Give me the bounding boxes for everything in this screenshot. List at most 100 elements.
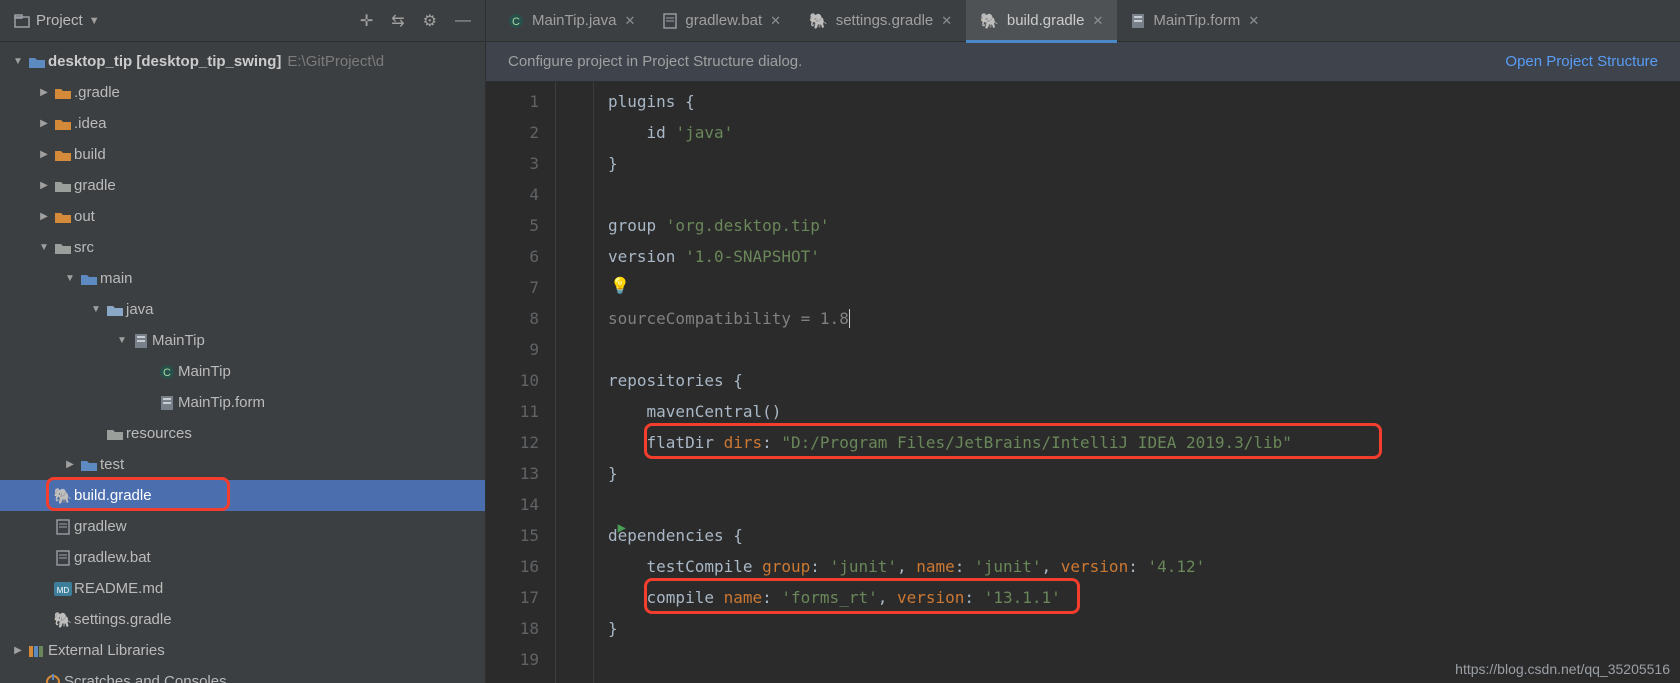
source-code[interactable]: plugins { id 'java'} group 'org.desktop.… [594,82,1680,683]
tree-item-settings-gradle[interactable]: 🐘 settings.gradle [0,604,485,635]
file-icon [52,550,74,566]
code-line[interactable]: testCompile group: 'junit', name: 'junit… [608,551,1680,582]
watermark: https://blog.csdn.net/qq_35205516 [1455,661,1670,677]
code-line[interactable]: repositories { [608,365,1680,396]
tab-label: MainTip.java [532,12,616,29]
tree-item-MainTip-form[interactable]: MainTip.form [0,387,485,418]
tab-label: MainTip.form [1153,12,1240,29]
line-number: 15 [486,520,539,551]
tab-label: settings.gradle [836,12,934,29]
folder-icon [104,303,126,317]
tab-label: gradlew.bat [685,12,762,29]
tree-item-gradle[interactable]: ▶ gradle [0,170,485,201]
code-line[interactable] [608,179,1680,210]
line-number: 19 [486,644,539,675]
code-line[interactable] [608,489,1680,520]
expand-icon[interactable]: ⇆ [391,11,404,31]
banner-message: Configure project in Project Structure d… [508,53,802,70]
tree-item-resources[interactable]: resources [0,418,485,449]
tree-item-out[interactable]: ▶ out [0,201,485,232]
folder-icon [52,179,74,193]
close-icon[interactable]: ✕ [941,13,952,29]
tree-item-README-md[interactable]: MD README.md [0,573,485,604]
code-line[interactable]: } [608,613,1680,644]
code-line[interactable]: compile name: 'forms_rt', version: '13.1… [608,582,1680,613]
editor-area: C MainTip.java ✕ gradlew.bat ✕ 🐘 setting… [486,0,1680,683]
scratches-icon [42,674,64,683]
tree-item-build[interactable]: ▶ build [0,139,485,170]
code-line[interactable]: group 'org.desktop.tip' [608,210,1680,241]
code-line[interactable]: mavenCentral() [608,396,1680,427]
tree-item-MainTip[interactable]: ▼ MainTip [0,325,485,356]
tree-item--gradle[interactable]: ▶ .gradle [0,77,485,108]
code-line[interactable]: version '1.0-SNAPSHOT' [608,241,1680,272]
locate-icon[interactable]: ✛ [360,11,373,31]
form-icon [1131,13,1145,29]
code-line[interactable] [608,272,1680,303]
line-number: 18 [486,613,539,644]
code-line[interactable]: plugins { [608,86,1680,117]
code-line[interactable]: dependencies { [608,520,1680,551]
tree-item-src[interactable]: ▼ src [0,232,485,263]
collapse-icon[interactable]: — [455,12,471,30]
close-icon[interactable]: ✕ [1248,13,1259,29]
code-line[interactable]: id 'java' [608,117,1680,148]
project-tree[interactable]: ▼ desktop_tip [desktop_tip_swing] E:\Git… [0,42,485,683]
line-number: 6 [486,241,539,272]
svg-text:MD: MD [57,586,70,595]
close-icon[interactable]: ✕ [624,13,635,29]
svg-text:C: C [512,16,520,28]
gear-icon[interactable]: ⚙ [423,11,437,31]
code-line[interactable] [608,334,1680,365]
tree-item--idea[interactable]: ▶ .idea [0,108,485,139]
svg-text:C: C [163,367,171,379]
tab-MainTip-java[interactable]: C MainTip.java ✕ [494,0,649,42]
code-line[interactable]: sourceCompatibility = 1.8 [608,303,1680,334]
tree-root[interactable]: ▼ desktop_tip [desktop_tip_swing] E:\Git… [0,46,485,77]
code-line[interactable]: } [608,458,1680,489]
config-banner: Configure project in Project Structure d… [486,42,1680,82]
project-icon [14,14,30,28]
folder-icon [52,148,74,162]
line-number: 16 [486,551,539,582]
chevron-down-icon: ▼ [89,15,100,27]
md-icon: MD [52,582,74,596]
project-sidebar: Project ▼ ✛ ⇆ ⚙ — ▼ desktop_tip [desktop… [0,0,486,683]
line-number: 11 [486,396,539,427]
tree-item-main[interactable]: ▼ main [0,263,485,294]
code-line[interactable]: flatDir dirs: "D:/Program Files/JetBrain… [608,427,1680,458]
file-icon [52,519,74,535]
tree-item-gradlew[interactable]: gradlew [0,511,485,542]
open-structure-link[interactable]: Open Project Structure [1505,53,1658,70]
tree-item-gradlew-bat[interactable]: gradlew.bat [0,542,485,573]
tab-build-gradle[interactable]: 🐘 build.gradle ✕ [966,0,1117,42]
line-number: 12 [486,427,539,458]
close-icon[interactable]: ✕ [770,13,781,29]
tree-item-java[interactable]: ▼ java [0,294,485,325]
folder-icon [52,86,74,100]
code-line[interactable]: } [608,148,1680,179]
line-number: 8 [486,303,539,334]
gradle-icon: 🐘 [52,487,74,505]
project-dropdown[interactable]: Project ▼ [14,12,352,29]
line-number: 1 [486,86,539,117]
line-number: 9 [486,334,539,365]
tree-item-build-gradle[interactable]: 🐘 build.gradle [0,480,485,511]
tab-label: build.gradle [1007,12,1085,29]
tab-settings-gradle[interactable]: 🐘 settings.gradle ✕ [795,0,966,42]
tab-gradlew-bat[interactable]: gradlew.bat ✕ [649,0,795,42]
scratches[interactable]: Scratches and Consoles [0,666,485,683]
tab-MainTip-form[interactable]: MainTip.form ✕ [1117,0,1273,42]
tree-item-test[interactable]: ▶ test [0,449,485,480]
gradle-icon: 🐘 [980,12,999,30]
folder-icon [52,210,74,224]
code-editor[interactable]: 12345678910111213141516171819 ▶ plugins … [486,82,1680,683]
tree-item-MainTip[interactable]: C MainTip [0,356,485,387]
line-number: 4 [486,179,539,210]
close-icon[interactable]: ✕ [1092,13,1103,29]
libraries-icon [26,644,48,658]
gradle-icon: 🐘 [809,12,828,30]
line-number: 3 [486,148,539,179]
intention-bulb-icon[interactable]: 💡 [610,276,630,295]
external-libraries[interactable]: ▶ External Libraries [0,635,485,666]
